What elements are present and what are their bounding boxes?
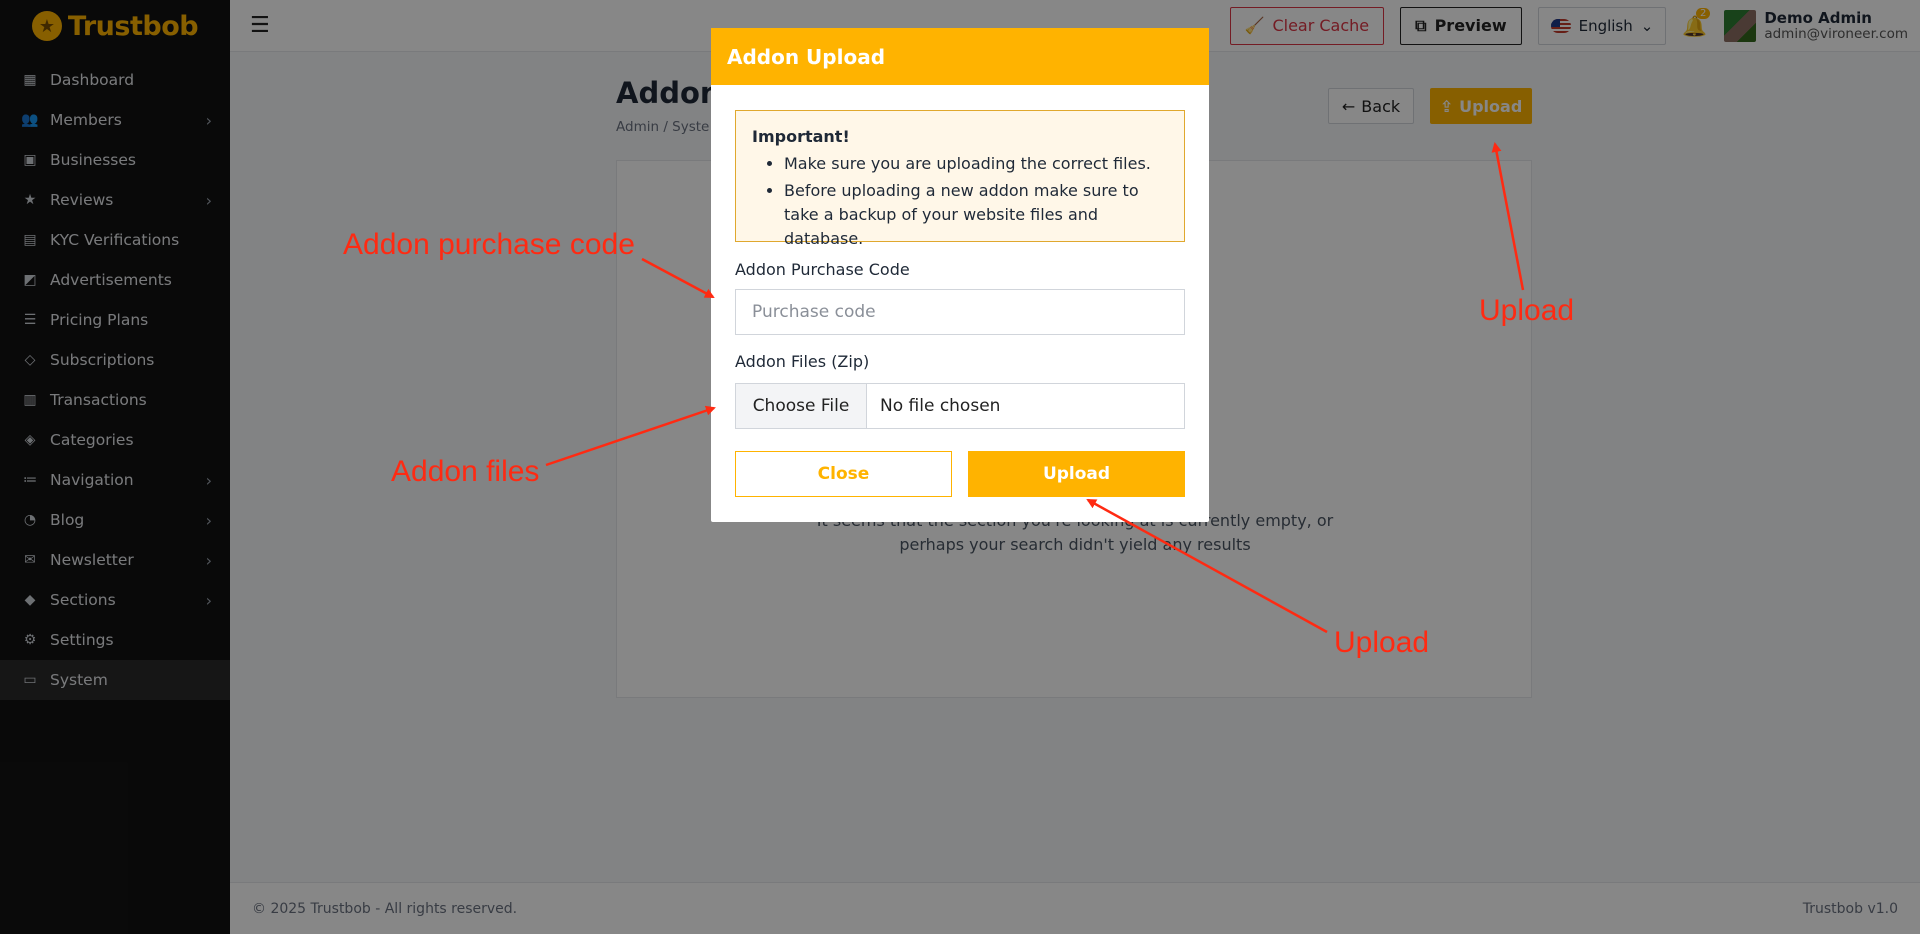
modal-title: Addon Upload [711, 28, 1209, 85]
addon-files-label: Addon Files (Zip) [735, 352, 870, 371]
alert-title: Important! [752, 127, 850, 146]
addon-upload-modal: Addon Upload Important! Make sure you ar… [711, 28, 1209, 522]
annotation-upload-top: Upload [1479, 294, 1575, 327]
file-status: No file chosen [880, 396, 1001, 416]
close-button[interactable]: Close [735, 451, 952, 497]
modal-upload-button[interactable]: Upload [968, 451, 1185, 497]
addon-file-input[interactable]: Choose File No file chosen [735, 383, 1185, 429]
alert-item: Make sure you are uploading the correct … [784, 152, 1168, 176]
alert-item: Before uploading a new addon make sure t… [784, 179, 1168, 251]
choose-file-button[interactable]: Choose File [736, 384, 867, 428]
important-alert: Important! Make sure you are uploading t… [735, 110, 1185, 248]
annotation-addon-files: Addon files [391, 455, 540, 488]
purchase-code-label: Addon Purchase Code [735, 260, 910, 279]
annotation-purchase-code: Addon purchase code [343, 228, 635, 261]
purchase-code-input[interactable] [735, 289, 1185, 335]
alert-list: Make sure you are uploading the correct … [752, 152, 1168, 251]
annotation-upload-modal: Upload [1334, 626, 1430, 659]
